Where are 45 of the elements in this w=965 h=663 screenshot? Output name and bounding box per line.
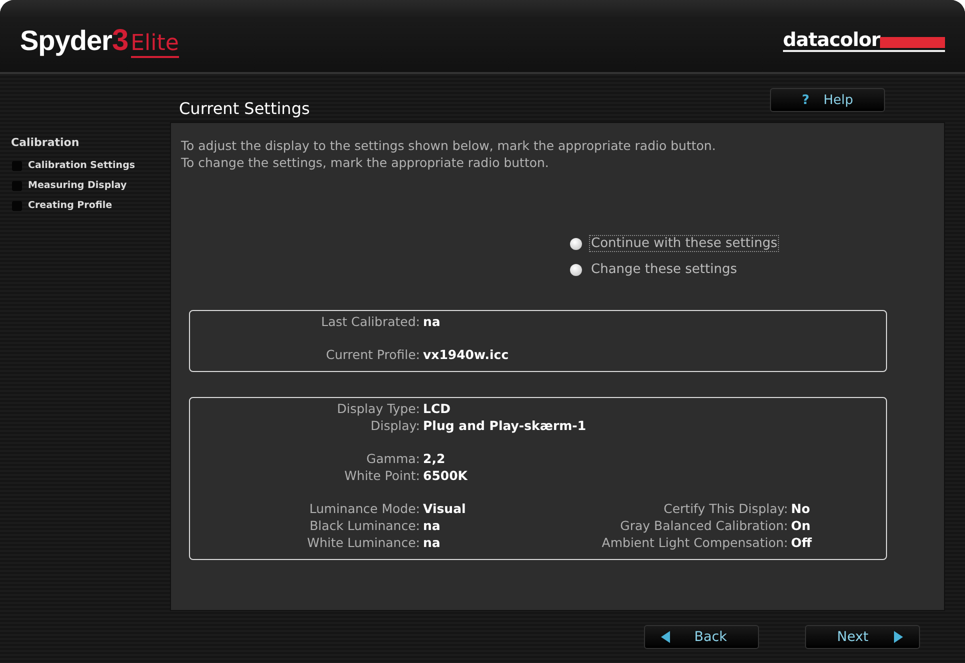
sidebar-item: Measuring Display (28, 180, 127, 191)
field-value: 2,2 (422, 450, 446, 467)
field-label: Ambient Light Compensation: (600, 534, 788, 551)
option-label[interactable]: Change these settings (589, 261, 739, 278)
instruction-text: To adjust the display to the settings shown below, mark the appropriate radio button. (181, 137, 717, 154)
field-label: Last Calibrated: (320, 313, 420, 330)
left-arrow-icon (661, 631, 670, 643)
field-label: White Luminance: (306, 534, 420, 551)
sidebar-heading: Calibration (10, 136, 80, 151)
field-value: Plug and Play-skærm-1 (422, 417, 586, 434)
field-value: LCD (422, 400, 451, 417)
field-label: Certify This Display: (662, 500, 788, 517)
field-value: na (422, 517, 440, 534)
field-label: Black Luminance: (308, 517, 420, 534)
brand-stripe (880, 37, 945, 48)
field-label: Luminance Mode: (308, 500, 420, 517)
field-value: vx1940w.icc (422, 346, 509, 363)
field-label: Current Profile: (324, 346, 420, 363)
field-value: No (790, 500, 810, 517)
right-arrow-icon (894, 631, 903, 643)
field-label: White Point: (343, 467, 420, 484)
field-value: Visual (422, 500, 466, 517)
next-button[interactable]: Next (805, 625, 920, 649)
field-label: Display Type: (336, 400, 420, 417)
sidebar-item: Creating Profile (28, 200, 112, 211)
field-label: Gamma: (365, 450, 420, 467)
field-value: na (422, 534, 440, 551)
field-label: Display: (370, 417, 420, 434)
brand-logo: datacolor (782, 30, 880, 50)
field-value: On (790, 517, 811, 534)
help-button[interactable]: ? Help (770, 88, 885, 112)
page-title: Current Settings (179, 99, 310, 119)
radio-button[interactable] (570, 264, 582, 276)
radio-button[interactable] (570, 238, 582, 250)
field-value: na (422, 313, 440, 330)
field-value: Off (790, 534, 812, 551)
option-label[interactable]: Continue with these settings (589, 235, 780, 252)
logo-number: 3 (112, 24, 129, 58)
back-button[interactable]: Back (644, 625, 759, 649)
field-value: 6500K (422, 467, 468, 484)
logo-text: Spyder (20, 25, 112, 57)
logo-edition: Elite (130, 31, 179, 58)
field-label: Gray Balanced Calibration: (619, 517, 788, 534)
sidebar-item: Calibration Settings (28, 160, 136, 171)
instruction-text: To change the settings, mark the appropriate radio button. (181, 154, 550, 171)
